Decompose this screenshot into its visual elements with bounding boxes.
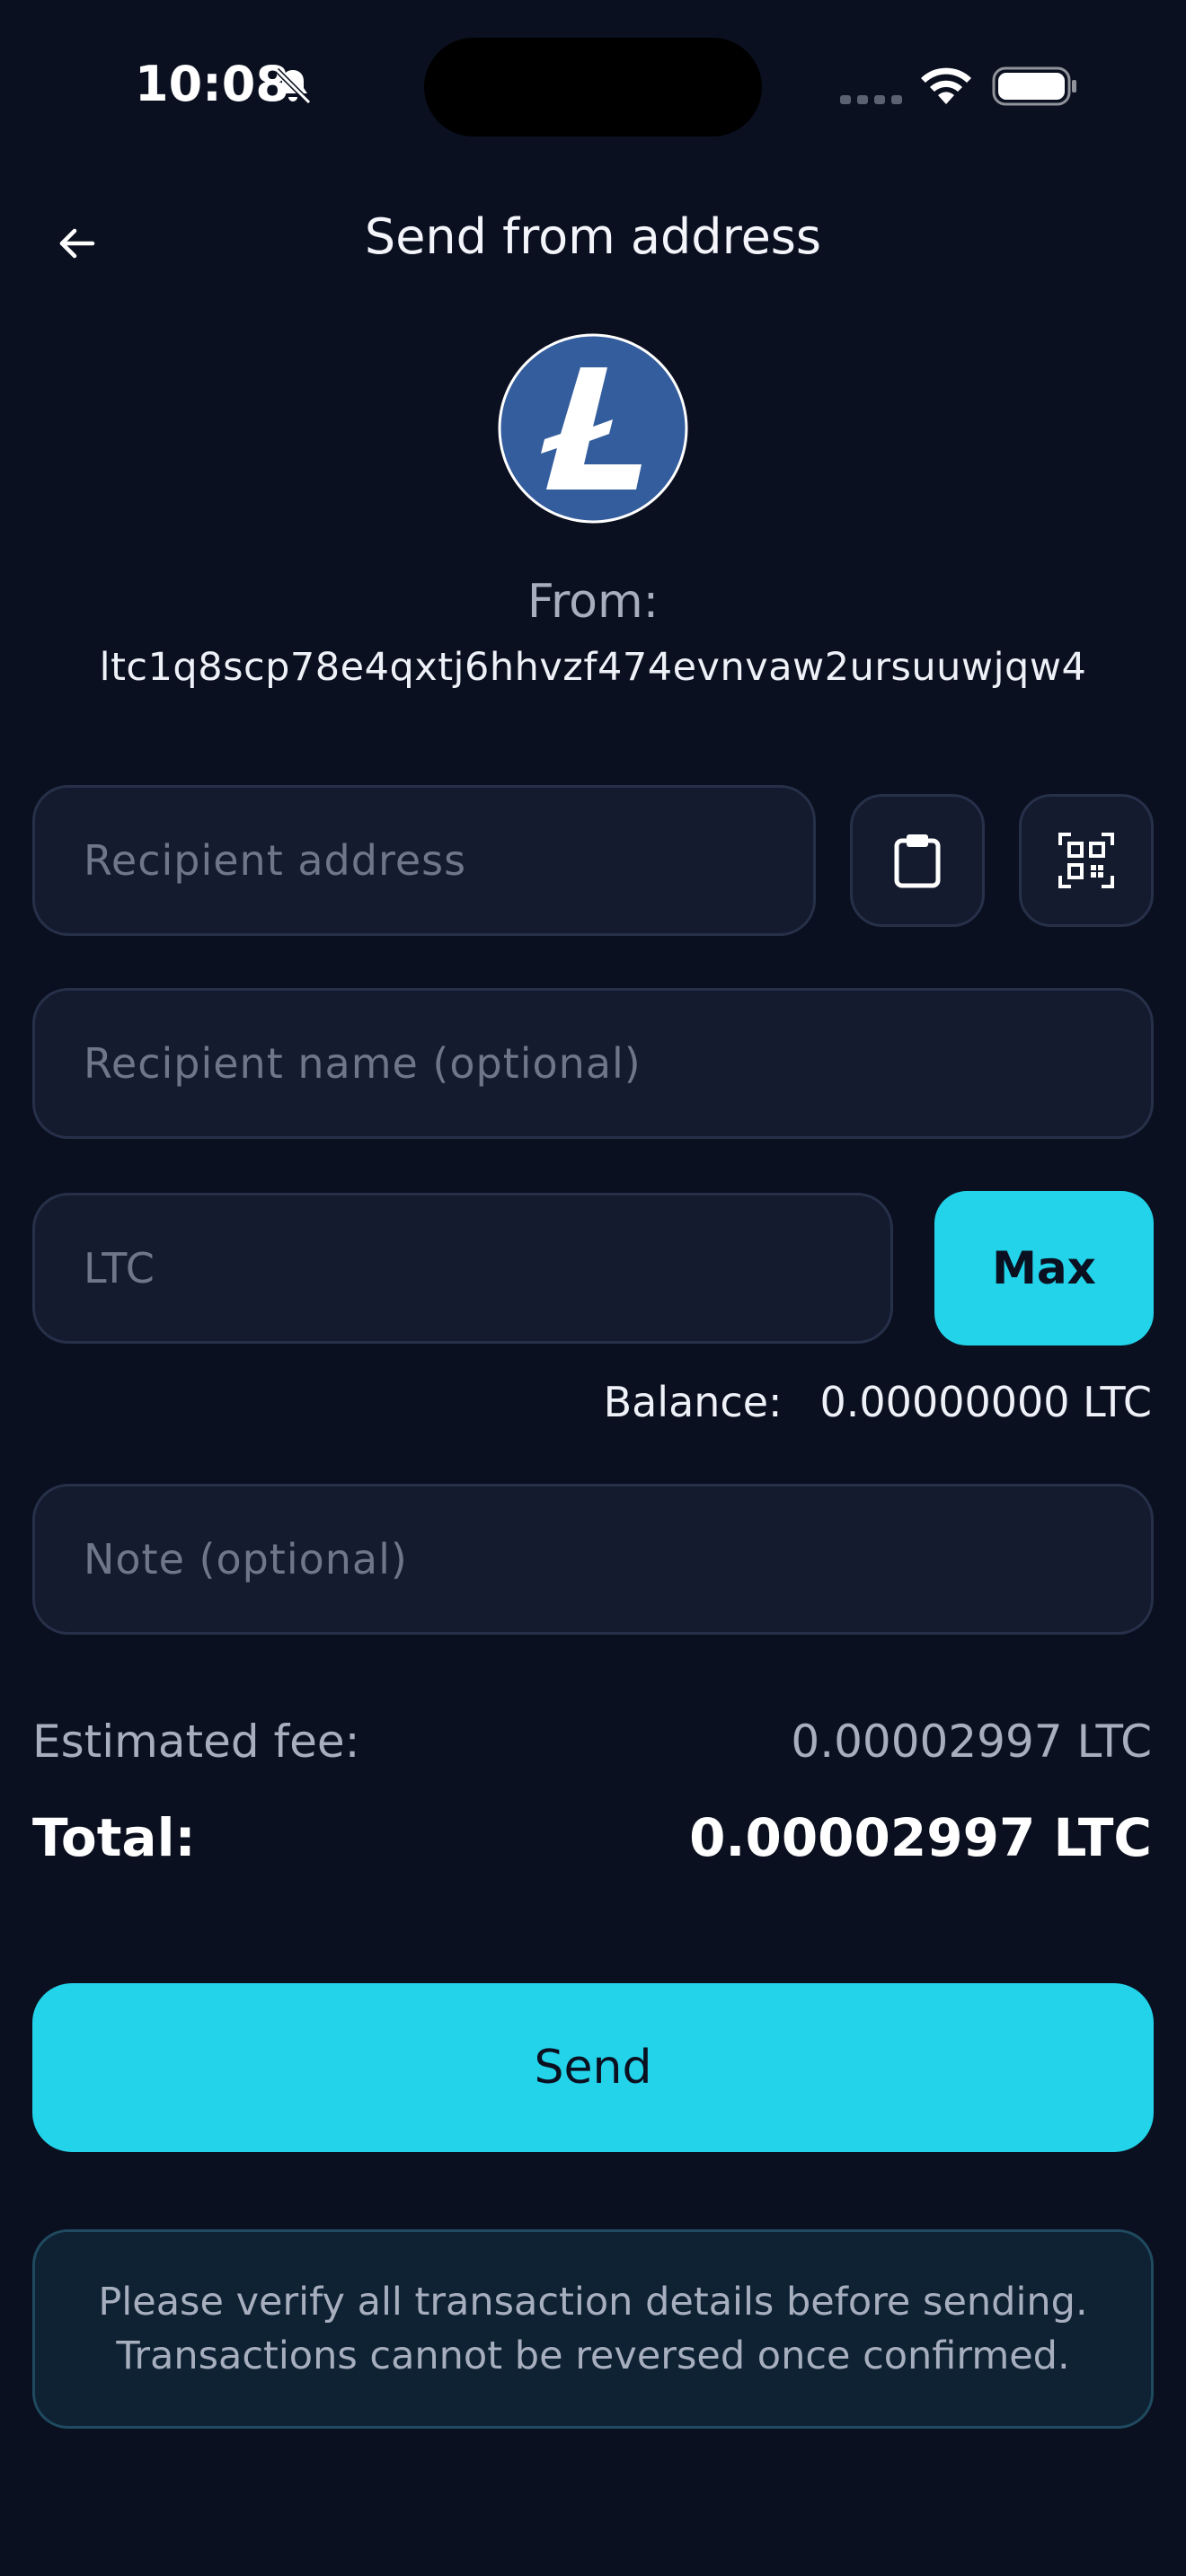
balance-value: 0.00000000 LTC xyxy=(819,1378,1152,1426)
recipient-name-field[interactable] xyxy=(32,988,1154,1139)
dynamic-island xyxy=(424,38,762,137)
note-field[interactable] xyxy=(32,1484,1154,1635)
warning-line-1: Please verify all transaction details be… xyxy=(98,2280,1088,2325)
cellular-signal-icon xyxy=(840,95,902,104)
scan-qr-button[interactable] xyxy=(1019,794,1154,927)
amount-field[interactable] xyxy=(32,1193,893,1344)
total-label: Total: xyxy=(32,1807,196,1868)
qr-scan-icon xyxy=(1058,833,1114,888)
recipient-name-input[interactable] xyxy=(35,1039,1151,1088)
warning-line-2: Transactions cannot be reversed once con… xyxy=(116,2333,1070,2378)
estimated-fee-label: Estimated fee: xyxy=(32,1716,360,1768)
balance-row: Balance: 0.00000000 LTC xyxy=(604,1378,1152,1426)
amount-input[interactable] xyxy=(35,1244,890,1292)
wifi-icon xyxy=(921,67,971,104)
warning-notice: Please verify all transaction details be… xyxy=(32,2229,1154,2429)
max-button[interactable]: Max xyxy=(934,1191,1154,1345)
balance-label: Balance: xyxy=(603,1378,783,1426)
bell-muted-icon xyxy=(274,67,312,105)
battery-icon xyxy=(992,66,1076,106)
estimated-fee-value: 0.00002997 LTC xyxy=(791,1716,1152,1768)
clipboard-icon xyxy=(894,834,941,888)
status-time: 10:08 xyxy=(135,56,289,112)
note-input[interactable] xyxy=(35,1535,1151,1584)
total-value: 0.00002997 LTC xyxy=(689,1807,1152,1868)
paste-button[interactable] xyxy=(850,794,985,927)
recipient-address-field[interactable] xyxy=(32,785,816,936)
from-address: ltc1q8scp78e4qxtj6hhvzf474evnvaw2ursuuwj… xyxy=(99,645,1087,690)
from-label: From: xyxy=(527,575,659,629)
page-title: Send from address xyxy=(364,208,822,265)
recipient-address-input[interactable] xyxy=(35,836,813,885)
send-screen: 10:08 Send from address From: ltc1q8scp7… xyxy=(0,0,1186,2576)
send-button[interactable]: Send xyxy=(32,1983,1154,2152)
litecoin-logo-icon xyxy=(498,333,688,524)
